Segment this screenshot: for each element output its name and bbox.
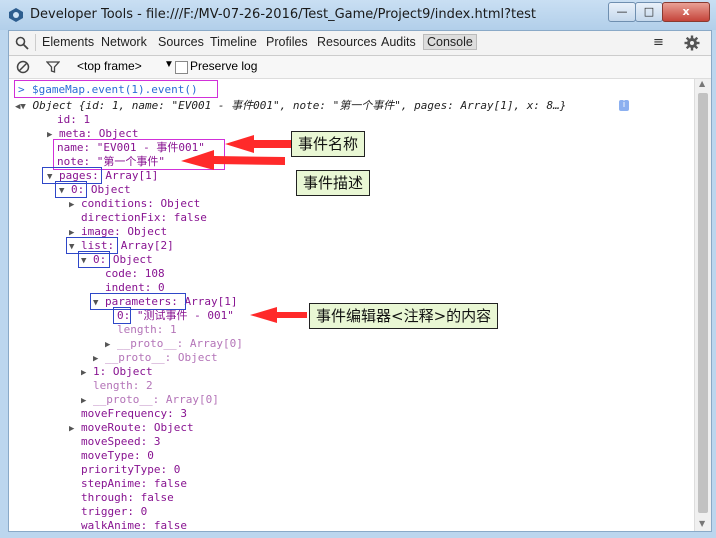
tab-timeline[interactable]: Timeline xyxy=(210,35,257,49)
minimize-icon: — xyxy=(616,5,628,18)
tab-console[interactable]: Console xyxy=(423,34,477,50)
filter-icon[interactable] xyxy=(46,61,60,73)
tab-audits[interactable]: Audits xyxy=(381,35,416,49)
tab-profiles[interactable]: Profiles xyxy=(266,35,308,49)
panel-tabs-bar: Elements Network Sources Timeline Profil… xyxy=(9,31,711,56)
window-title: Developer Tools - file:///F:/MV-07-26-20… xyxy=(30,7,536,22)
preserve-log-label: Preserve log xyxy=(190,59,258,73)
devtools-window: Developer Tools - file:///F:/MV-07-26-20… xyxy=(0,0,716,538)
scroll-up-icon[interactable]: ▲ xyxy=(699,79,705,88)
console-filter-bar: <top frame> ▼ Preserve log xyxy=(9,56,711,79)
devtools-app-icon xyxy=(9,8,23,22)
arrow-icon xyxy=(250,307,307,323)
console-scrollbar[interactable]: ▲ ▼ xyxy=(694,79,711,531)
gear-icon[interactable] xyxy=(684,35,700,51)
close-icon: x xyxy=(682,5,690,18)
frame-selector[interactable]: <top frame> xyxy=(77,59,142,73)
scrollbar-thumb[interactable] xyxy=(698,93,708,513)
close-button[interactable]: x xyxy=(662,2,710,22)
scroll-down-icon[interactable]: ▼ xyxy=(699,519,705,528)
tab-network[interactable]: Network xyxy=(101,35,147,49)
console-output: > $gameMap.event(1).event() ◀▼ Object {i… xyxy=(9,79,694,531)
callout-event-name: 事件名称 xyxy=(291,131,366,157)
title-bar: Developer Tools - file:///F:/MV-07-26-20… xyxy=(0,0,716,30)
minimize-button[interactable]: — xyxy=(608,2,636,22)
arrow-icon xyxy=(225,135,291,153)
clear-console-icon[interactable] xyxy=(16,60,30,74)
tab-resources[interactable]: Resources xyxy=(317,35,377,49)
callout-editor-note: 事件编辑器<注释>的内容 xyxy=(309,303,499,329)
callout-event-desc: 事件描述 xyxy=(296,170,371,196)
tab-elements[interactable]: Elements xyxy=(42,35,94,49)
maximize-icon: □ xyxy=(643,5,655,18)
drawer-toggle-icon[interactable]: ≡ xyxy=(653,35,664,50)
devtools-content: Elements Network Sources Timeline Profil… xyxy=(8,30,712,532)
search-icon[interactable] xyxy=(15,36,29,50)
maximize-button[interactable]: □ xyxy=(635,2,663,22)
arrow-icon xyxy=(181,150,285,170)
tab-sources[interactable]: Sources xyxy=(158,35,204,49)
chevron-down-icon[interactable]: ▼ xyxy=(164,59,174,70)
preserve-log-checkbox[interactable] xyxy=(175,61,188,74)
